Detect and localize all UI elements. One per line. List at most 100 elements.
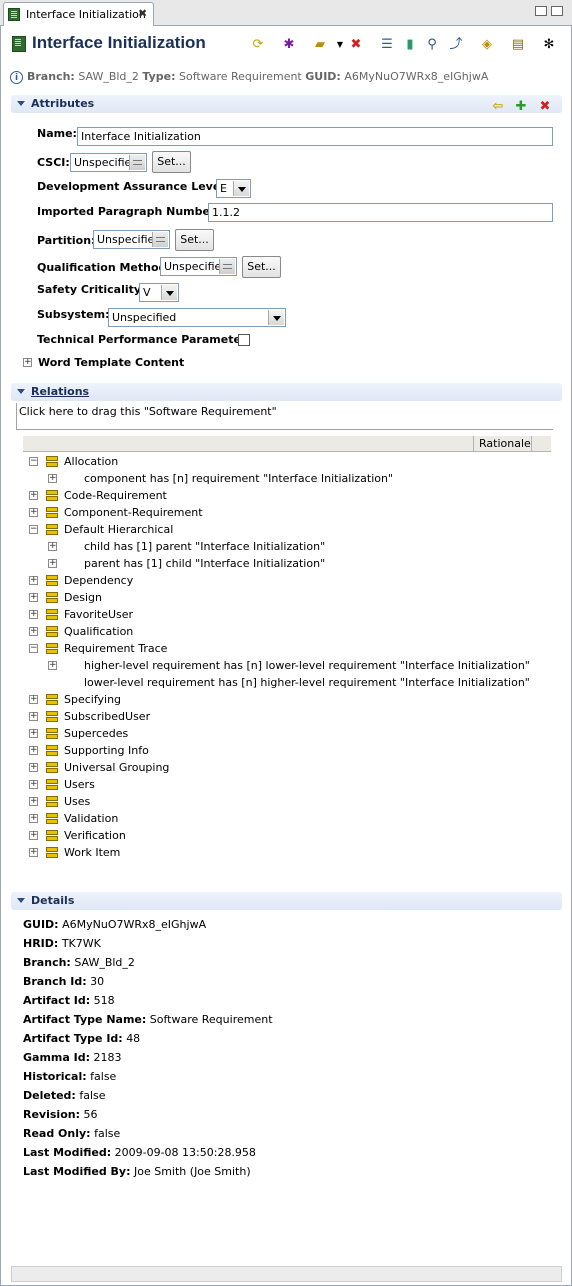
rationale-column-header[interactable]: Rationale — [479, 437, 531, 450]
section-title: Details — [31, 894, 75, 907]
attributes-section-header[interactable]: Attributes — [11, 95, 562, 113]
expand-icon[interactable]: + — [29, 797, 38, 806]
expand-icon[interactable]: + — [29, 831, 38, 840]
expand-icon[interactable]: + — [29, 695, 38, 704]
guid-label: GUID: — [305, 70, 341, 83]
expand-icon[interactable]: + — [29, 729, 38, 738]
detail-row: Branch: SAW_Bld_2 — [23, 956, 135, 969]
bug-icon[interactable]: ✱ — [281, 37, 297, 53]
qualification-method-field[interactable]: Unspecified — [160, 257, 237, 276]
ipn-label: Imported Paragraph Number: — [37, 205, 220, 218]
page-title: Interface Initialization — [32, 33, 206, 52]
relation-type-label: Allocation — [64, 455, 119, 468]
word-template-content[interactable]: Word Template Content — [38, 356, 184, 369]
dal-label: Development Assurance Level: — [37, 180, 229, 193]
expand-icon[interactable]: + — [29, 593, 38, 602]
open-icon[interactable]: ▰ — [312, 37, 328, 53]
dal-select[interactable]: E — [216, 179, 251, 198]
branch-icon[interactable]: ⤴ — [448, 37, 464, 53]
artifact-info-line: i Branch: SAW_Bld_2 Type: Software Requir… — [10, 70, 488, 84]
csci-field[interactable]: Unspecified — [70, 153, 147, 172]
detail-value: 2009-09-08 13:50:28.958 — [114, 1146, 256, 1159]
relations-section-header[interactable]: Relations — [11, 383, 562, 401]
expand-icon[interactable]: + — [29, 627, 38, 636]
detail-label: Last Modified By: — [23, 1165, 131, 1178]
info-icon: i — [10, 70, 23, 84]
csci-set-button[interactable]: Set... — [152, 151, 191, 173]
spinner-icon[interactable] — [152, 232, 168, 247]
tag-icon[interactable]: ◈ — [479, 37, 495, 53]
expand-icon[interactable]: + — [29, 712, 38, 721]
search-icon[interactable]: ⚲ — [424, 37, 440, 53]
relation-icon — [44, 693, 58, 706]
cylinder-icon[interactable]: ▮ — [402, 37, 418, 53]
subsystem-value: Unspecified — [112, 311, 177, 324]
collapse-icon[interactable]: − — [29, 525, 38, 534]
expand-icon[interactable]: + — [48, 474, 57, 483]
pin-icon[interactable]: ✻ — [541, 37, 557, 53]
detail-row: Read Only: false — [23, 1127, 120, 1140]
details-section-header[interactable]: Details — [11, 892, 562, 910]
expand-icon[interactable]: + — [29, 763, 38, 772]
refresh-icon[interactable]: ⟳ — [250, 37, 266, 53]
safety-criticality-select[interactable]: V — [139, 283, 179, 302]
maximize-icon[interactable] — [551, 6, 563, 16]
section-title: Attributes — [31, 97, 95, 110]
collapse-icon[interactable]: − — [29, 457, 38, 466]
editor-tab[interactable]: Interface Initialization ✖ — [3, 2, 154, 26]
expand-icon[interactable]: + — [29, 780, 38, 789]
chevron-down-icon[interactable] — [233, 181, 249, 196]
section-title[interactable]: Relations — [31, 385, 89, 398]
relation-icon — [44, 642, 58, 655]
tpp-label: Technical Performance Parameter: — [37, 333, 251, 346]
expand-icon[interactable]: + — [48, 661, 57, 670]
minimize-icon[interactable] — [535, 6, 547, 16]
relation-icon — [44, 812, 58, 825]
expand-icon[interactable]: + — [29, 576, 38, 585]
expand-icon[interactable]: + — [29, 848, 38, 857]
expand-icon[interactable]: + — [29, 814, 38, 823]
detail-row: Last Modified By: Joe Smith (Joe Smith) — [23, 1165, 251, 1178]
clipboard-icon[interactable]: ▤ — [510, 37, 526, 53]
relation-label: lower-level requirement has [n] higher-l… — [84, 676, 530, 689]
subsystem-select[interactable]: Unspecified — [108, 308, 286, 327]
spinner-icon[interactable] — [129, 155, 145, 170]
relation-type-label: Requirement Trace — [64, 642, 168, 655]
detail-row: Last Modified: 2009-09-08 13:50:28.958 — [23, 1146, 256, 1159]
collapse-icon[interactable]: − — [29, 644, 38, 653]
expand-icon[interactable]: + — [29, 746, 38, 755]
qm-set-button[interactable]: Set... — [242, 256, 281, 278]
expand-icon[interactable]: + — [48, 542, 57, 551]
detail-label: Read Only: — [23, 1127, 91, 1140]
dropdown-icon[interactable]: ▼ — [332, 37, 348, 53]
tab-title: Interface Initialization — [26, 8, 146, 21]
relation-icon — [44, 829, 58, 842]
tree-icon[interactable]: ☰ — [379, 37, 395, 53]
expand-icon[interactable]: + — [48, 559, 57, 568]
expand-icon[interactable]: + — [29, 491, 38, 500]
back-arrow-icon[interactable]: ⇦ — [490, 99, 506, 115]
partition-set-button[interactable]: Set... — [175, 229, 214, 251]
close-tab-icon[interactable]: ✖ — [138, 7, 147, 20]
collapse-icon[interactable] — [17, 898, 25, 903]
remove-icon[interactable]: ✖ — [537, 99, 553, 115]
ipn-field[interactable]: 1.1.2 — [208, 203, 553, 222]
add-icon[interactable]: ✚ — [513, 99, 529, 115]
relation-type-label: FavoriteUser — [64, 608, 134, 621]
collapse-icon[interactable] — [17, 389, 25, 394]
detail-row: Artifact Type Id: 48 — [23, 1032, 140, 1045]
partition-field[interactable]: Unspecified — [93, 230, 170, 249]
chevron-down-icon[interactable] — [268, 310, 284, 325]
spinner-icon[interactable] — [219, 259, 235, 274]
delete-icon[interactable]: ✖ — [348, 37, 364, 53]
name-field[interactable]: Interface Initialization — [77, 127, 553, 146]
drag-area[interactable]: Click here to drag this "Software Requir… — [16, 403, 553, 430]
expand-icon[interactable]: + — [29, 610, 38, 619]
tpp-checkbox[interactable] — [238, 334, 250, 346]
expand-icon[interactable]: + — [23, 358, 32, 367]
detail-value: A6MyNuO7WRx8_eIGhjwA — [62, 918, 207, 931]
expand-icon[interactable]: + — [29, 508, 38, 517]
chevron-down-icon[interactable] — [161, 285, 177, 300]
collapse-icon[interactable] — [17, 101, 25, 106]
detail-label: Branch: — [23, 956, 71, 969]
